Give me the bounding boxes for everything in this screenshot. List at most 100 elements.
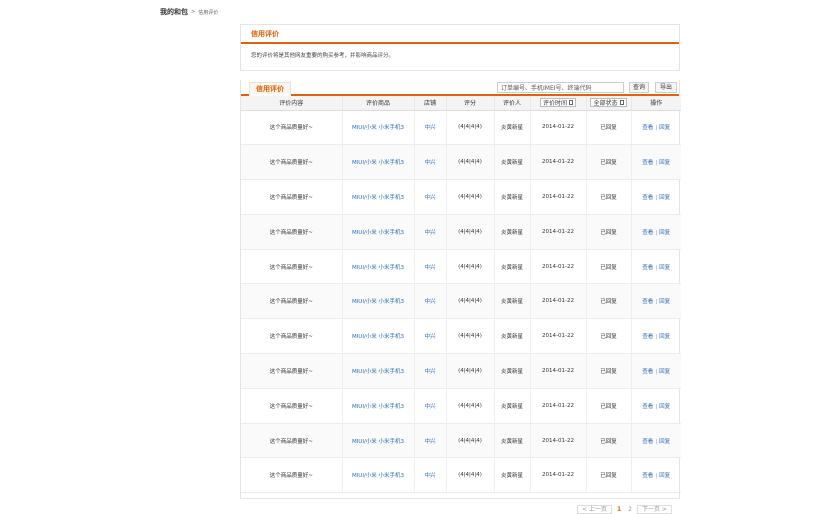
review-table-body: 这个商品质量好~ MIUI/小米 小米手机3 中兴 (4|4|4|4) 炎黄新星 2014… xyxy=(241,110,681,494)
shop-link[interactable]: 中兴 xyxy=(414,214,447,250)
review-date: 2014-01-22 xyxy=(530,110,587,146)
status-filter-select[interactable]: 全部状态 xyxy=(590,98,627,108)
status-text: 已回复 xyxy=(586,179,632,215)
row-actions: 查看 | 回复 xyxy=(631,179,681,215)
column-header: 店铺 xyxy=(414,96,447,111)
row-actions: 查看 | 回复 xyxy=(631,144,681,181)
export-button[interactable]: 导出 xyxy=(655,82,677,93)
query-button[interactable]: 查询 xyxy=(629,82,649,93)
product-link[interactable]: MIUI/小米 小米手机3 xyxy=(342,388,415,424)
shop-link[interactable]: 中兴 xyxy=(414,318,447,355)
list-toolbar: 信用评价 查询 导出 xyxy=(241,80,679,96)
row-actions: 查看 | 回复 xyxy=(631,283,681,320)
page-number[interactable]: 2 xyxy=(626,505,634,514)
shop-link[interactable]: 中兴 xyxy=(414,179,447,215)
reply-link[interactable]: 回复 xyxy=(659,195,670,201)
status-text: 已回复 xyxy=(586,457,632,494)
review-date: 2014-01-22 xyxy=(530,179,587,215)
review-date: 2014-01-22 xyxy=(530,457,587,494)
review-date: 2014-01-22 xyxy=(530,249,587,285)
reply-link[interactable]: 回复 xyxy=(659,230,670,236)
reply-link[interactable]: 回复 xyxy=(659,404,670,410)
reply-link[interactable]: 回复 xyxy=(659,125,670,131)
view-link[interactable]: 查看 xyxy=(642,404,653,410)
product-link[interactable]: MIUI/小米 小米手机3 xyxy=(342,423,415,459)
review-score: (4|4|4|4) xyxy=(446,283,495,320)
shop-link[interactable]: 中兴 xyxy=(414,249,447,285)
reply-link[interactable]: 回复 xyxy=(659,473,670,479)
reviewer-name: 炎黄新星 xyxy=(494,144,531,181)
reply-link[interactable]: 回复 xyxy=(659,439,670,445)
time-filter-select[interactable]: 评价时间 xyxy=(539,98,576,108)
review-content: 这个商品质量好~ xyxy=(241,110,343,146)
breadcrumb: 我的和包 > 信用评价 xyxy=(160,7,218,17)
breadcrumb-current: 信用评价 xyxy=(198,9,219,16)
view-link[interactable]: 查看 xyxy=(642,125,653,131)
tab-credit-review[interactable]: 信用评价 xyxy=(249,82,291,96)
table-row: 这个商品质量好~ MIUI/小米 小米手机3 中兴 (4|4|4|4) 炎黄新星 2014… xyxy=(241,179,681,215)
product-link[interactable]: MIUI/小米 小米手机3 xyxy=(342,179,415,215)
review-content: 这个商品质量好~ xyxy=(241,249,343,285)
reviewer-name: 炎黄新星 xyxy=(494,283,531,320)
shop-link[interactable]: 中兴 xyxy=(414,388,447,424)
product-link[interactable]: MIUI/小米 小米手机3 xyxy=(342,457,415,494)
shop-link[interactable]: 中兴 xyxy=(414,353,447,389)
page-number[interactable]: 1 xyxy=(615,505,623,514)
product-link[interactable]: MIUI/小米 小米手机3 xyxy=(342,318,415,355)
view-link[interactable]: 查看 xyxy=(642,230,653,236)
reviewer-name: 炎黄新星 xyxy=(494,457,531,494)
view-link[interactable]: 查看 xyxy=(642,439,653,445)
shop-link[interactable]: 中兴 xyxy=(414,144,447,181)
product-link[interactable]: MIUI/小米 小米手机3 xyxy=(342,283,415,320)
intro-notice: 您的评价将是其他网友重要的购买参考，并影响商品评分。 xyxy=(251,53,395,59)
review-score: (4|4|4|4) xyxy=(446,144,495,181)
row-actions: 查看 | 回复 xyxy=(631,110,681,146)
status-text: 已回复 xyxy=(586,214,632,250)
intro-panel: 信用评价 您的评价将是其他网友重要的购买参考，并影响商品评分。 xyxy=(240,24,680,71)
view-link[interactable]: 查看 xyxy=(642,299,653,305)
status-text: 已回复 xyxy=(586,423,632,459)
breadcrumb-root[interactable]: 我的和包 xyxy=(160,7,188,17)
review-date: 2014-01-22 xyxy=(530,353,587,389)
review-date: 2014-01-22 xyxy=(530,283,587,320)
review-content: 这个商品质量好~ xyxy=(241,388,343,424)
view-link[interactable]: 查看 xyxy=(642,160,653,166)
review-content: 这个商品质量好~ xyxy=(241,423,343,459)
review-list-panel: 信用评价 查询 导出 评价内容 评价商品 店铺 评分 评价人 评价时间 xyxy=(240,80,681,499)
review-content: 这个商品质量好~ xyxy=(241,318,343,355)
shop-link[interactable]: 中兴 xyxy=(414,457,447,494)
column-header: 评价人 xyxy=(494,96,531,111)
table-header-row: 评价内容 评价商品 店铺 评分 评价人 评价时间 全部状态 操作 xyxy=(241,96,681,111)
reply-link[interactable]: 回复 xyxy=(659,160,670,166)
search-input[interactable] xyxy=(497,82,624,93)
shop-link[interactable]: 中兴 xyxy=(414,110,447,146)
prev-page-button[interactable]: < 上一页 xyxy=(577,505,612,514)
product-link[interactable]: MIUI/小米 小米手机3 xyxy=(342,353,415,389)
shop-link[interactable]: 中兴 xyxy=(414,423,447,459)
view-link[interactable]: 查看 xyxy=(642,334,653,340)
reviewer-name: 炎黄新星 xyxy=(494,214,531,250)
view-link[interactable]: 查看 xyxy=(642,265,653,271)
review-score: (4|4|4|4) xyxy=(446,423,495,459)
reviewer-name: 炎黄新星 xyxy=(494,388,531,424)
product-link[interactable]: MIUI/小米 小米手机3 xyxy=(342,110,415,146)
reply-link[interactable]: 回复 xyxy=(659,334,670,340)
row-actions: 查看 | 回复 xyxy=(631,423,681,459)
status-text: 已回复 xyxy=(586,388,632,424)
product-link[interactable]: MIUI/小米 小米手机3 xyxy=(342,144,415,181)
product-link[interactable]: MIUI/小米 小米手机3 xyxy=(342,214,415,250)
view-link[interactable]: 查看 xyxy=(642,369,653,375)
dropdown-icon xyxy=(619,100,624,106)
next-page-button[interactable]: 下一页 > xyxy=(636,505,672,514)
table-row: 这个商品质量好~ MIUI/小米 小米手机3 中兴 (4|4|4|4) 炎黄新星 2014… xyxy=(241,249,681,285)
reply-link[interactable]: 回复 xyxy=(659,369,670,375)
reply-link[interactable]: 回复 xyxy=(659,299,670,305)
table-row: 这个商品质量好~ MIUI/小米 小米手机3 中兴 (4|4|4|4) 炎黄新星 2014… xyxy=(241,144,681,181)
view-link[interactable]: 查看 xyxy=(642,473,653,479)
view-link[interactable]: 查看 xyxy=(642,195,653,201)
product-link[interactable]: MIUI/小米 小米手机3 xyxy=(342,249,415,285)
reply-link[interactable]: 回复 xyxy=(659,265,670,271)
review-score: (4|4|4|4) xyxy=(446,214,495,250)
shop-link[interactable]: 中兴 xyxy=(414,283,447,320)
status-text: 已回复 xyxy=(586,353,632,389)
